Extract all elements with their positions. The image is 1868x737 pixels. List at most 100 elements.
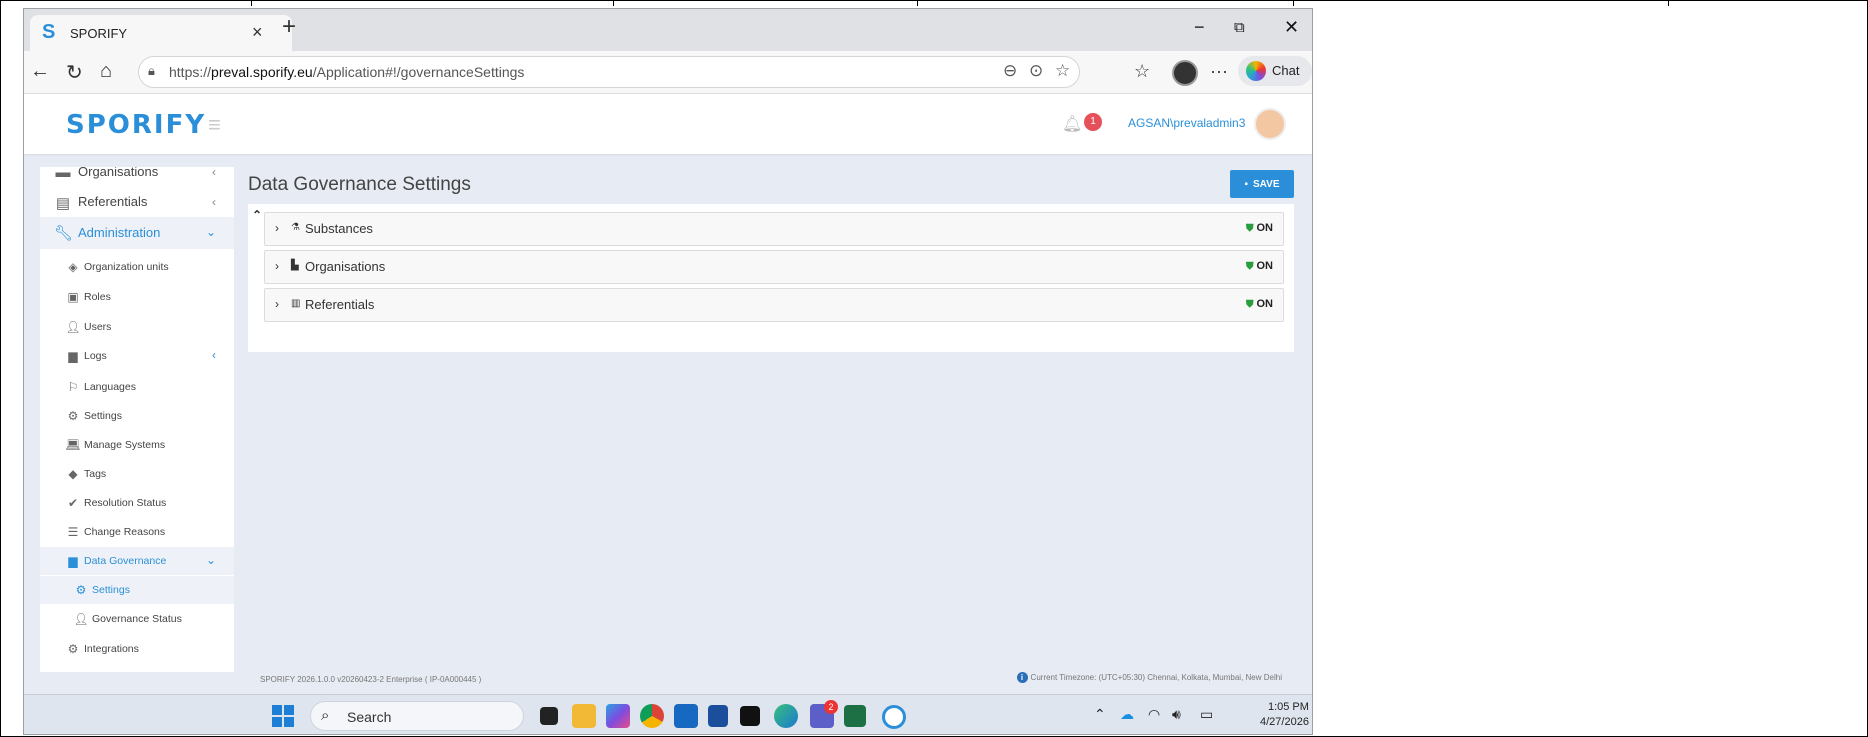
save-button[interactable]: ▪ SAVE (1230, 170, 1294, 198)
shield-icon: ⛊ (1246, 261, 1254, 272)
chevron-down-icon: ⌄ (205, 553, 216, 567)
favorite-star-icon[interactable]: ☆ (1055, 61, 1070, 81)
divider (1293, 0, 1294, 6)
outlook-icon[interactable] (674, 704, 698, 728)
zoom-out-icon[interactable]: ⊖ (1003, 61, 1017, 81)
organisations-icon: ▬ (55, 167, 71, 181)
home-icon[interactable]: ⌂ (100, 60, 112, 83)
sidebar-item-integrations[interactable]: ⚙ Integrations (40, 635, 234, 663)
collapse-all-icon[interactable]: ⌃ (252, 208, 262, 222)
tab-bar: S SPORIFY × + − ⧉ ✕ (24, 9, 1312, 51)
settings-row-organisations[interactable]: › ▙ Organisations ⛊ ON (264, 250, 1284, 284)
wifi-icon[interactable]: ◠ (1148, 706, 1160, 723)
minimize-icon[interactable]: − (1194, 17, 1205, 38)
system-clock[interactable]: 1:05 PM 4/27/2026 (1260, 700, 1309, 730)
divider (917, 0, 918, 6)
tray-chevron-icon[interactable]: ⌃ (1094, 706, 1106, 723)
gear-icon: ⚙ (67, 409, 79, 423)
sidebar-item-change-reasons[interactable]: ☰ Change Reasons (40, 518, 234, 546)
sidebar-item-manage-systems[interactable]: 💻︎ Manage Systems (40, 431, 234, 459)
shield-icon: ⛊ (1246, 223, 1254, 234)
sidebar-item-administration[interactable]: 🔧︎ Administration ⌄ (40, 217, 234, 249)
sidebar-item-settings[interactable]: ⚙ Settings (40, 402, 234, 430)
store-icon[interactable] (708, 705, 728, 727)
sidebar-item-logs[interactable]: ▆ Logs ‹ (40, 342, 234, 370)
sidebar: ▬ Organisations ‹ ▤ Referentials ‹ 🔧︎ Ad… (40, 167, 234, 672)
url-field[interactable]: 🔒︎ https://preval.sporify.eu/Application… (138, 56, 1080, 88)
chevron-down-icon: ⌄ (205, 225, 216, 239)
excel-icon[interactable] (844, 705, 866, 727)
ide-icon[interactable] (740, 706, 760, 726)
divider (251, 0, 252, 6)
notification-bell-icon[interactable]: 🔔︎ (1062, 114, 1082, 134)
tags-icon: ◆ (68, 467, 78, 481)
copilot-chat-button[interactable]: Chat (1238, 56, 1312, 86)
avatar[interactable] (1254, 108, 1286, 140)
taskbar: ⌕ Search 2 ⌃ ☁ ◠ 🔊︎ ▭ 1:05 PM 4/27/2026 (24, 694, 1312, 734)
sidebar-item-tags[interactable]: ◆ Tags (40, 460, 234, 488)
tab-title: SPORIFY (70, 26, 128, 41)
file-explorer-icon[interactable] (572, 704, 596, 728)
sidebar-item-organisations[interactable]: ▬ Organisations ‹ (40, 167, 234, 187)
refresh-icon[interactable]: ↻ (66, 60, 83, 85)
onedrive-icon[interactable]: ☁ (1120, 706, 1134, 723)
sidebar-item-languages[interactable]: ⚐ Languages (40, 373, 234, 401)
more-menu-icon[interactable]: ··· (1210, 61, 1228, 82)
user-icon: 👤︎ (73, 612, 89, 626)
task-view-icon[interactable] (540, 707, 558, 725)
more-tools-icon[interactable]: ⊙ (1029, 61, 1043, 81)
settings-row-substances[interactable]: › ⚗ Substances ⛊ ON (264, 212, 1284, 246)
check-icon: ✔ (67, 496, 79, 510)
restore-icon[interactable]: ⧉ (1234, 19, 1245, 36)
sidebar-item-roles[interactable]: ▣ Roles (40, 283, 234, 311)
address-bar: ← ↻ ⌂ 🔒︎ https://preval.sporify.eu/Appli… (24, 51, 1312, 94)
settings-row-referentials[interactable]: › ▥ Referentials ⛊ ON (264, 288, 1284, 322)
new-tab-icon[interactable]: + (282, 13, 296, 41)
browser-tab[interactable]: S SPORIFY × (30, 15, 292, 51)
divider (613, 0, 614, 6)
roles-icon: ▣ (67, 290, 79, 304)
sporify-favicon-icon: S (42, 21, 56, 43)
taskbar-search[interactable]: ⌕ Search (310, 701, 524, 731)
profile-icon[interactable] (1172, 60, 1198, 86)
window-close-icon[interactable]: ✕ (1284, 17, 1299, 38)
edge-dev-icon[interactable] (882, 705, 906, 729)
sidebar-item-governance-settings[interactable]: ⚙ Settings (40, 576, 234, 604)
close-tab-icon[interactable]: × (252, 22, 263, 43)
chrome-icon[interactable] (640, 704, 664, 728)
chevron-left-icon: ‹ (212, 167, 216, 179)
sidebar-item-resolution-status[interactable]: ✔ Resolution Status (40, 489, 234, 517)
layers-icon: ◈ (68, 260, 78, 274)
users-icon: 👤︎ (65, 320, 81, 334)
notification-badge[interactable]: 1 (1084, 113, 1102, 131)
sidebar-item-referentials[interactable]: ▤ Referentials ‹ (40, 189, 234, 217)
status-toggle[interactable]: ⛊ ON (1246, 298, 1273, 310)
info-icon: i (1016, 672, 1028, 683)
sidebar-item-organization-units[interactable]: ◈ Organization units (40, 253, 234, 281)
sidebar-item-data-governance[interactable]: ▆ Data Governance ⌄ (40, 547, 234, 575)
menu-toggle-icon[interactable]: ≡ (208, 112, 221, 138)
sidebar-item-governance-status[interactable]: 👤︎ Governance Status (40, 605, 234, 633)
status-toggle[interactable]: ⛊ ON (1246, 222, 1273, 234)
chevron-right-icon: › (275, 221, 279, 235)
user-name[interactable]: AGSAN\prevaladmin3 (1128, 116, 1245, 130)
teams-badge: 2 (824, 700, 838, 714)
battery-icon[interactable]: ▭ (1200, 706, 1213, 723)
windows-start-icon[interactable] (272, 705, 294, 727)
sidebar-item-users[interactable]: 👤︎ Users (40, 313, 234, 341)
chevron-right-icon: › (275, 297, 279, 311)
save-icon: ▪ (1244, 178, 1249, 190)
governance-icon: ▆ (68, 554, 78, 568)
flask-icon: ⚗ (291, 222, 300, 233)
chat-label: Chat (1272, 63, 1300, 78)
m365-icon[interactable] (606, 704, 630, 728)
version-text: SPORIFY 2026.1.0.0 v20260423-2 Enterpris… (260, 675, 482, 684)
favorites-icon[interactable]: ☆ (1134, 61, 1150, 82)
edge-icon[interactable] (774, 704, 798, 728)
back-icon[interactable]: ← (30, 60, 50, 83)
timezone-text: i Current Timezone: (UTC+05:30) Chennai, … (1016, 672, 1282, 683)
logs-icon: ▆ (68, 349, 78, 363)
status-toggle[interactable]: ⛊ ON (1246, 260, 1273, 272)
url-text: https://preval.sporify.eu/Application#!/… (169, 64, 525, 80)
volume-icon[interactable]: 🔊︎ (1172, 706, 1181, 723)
